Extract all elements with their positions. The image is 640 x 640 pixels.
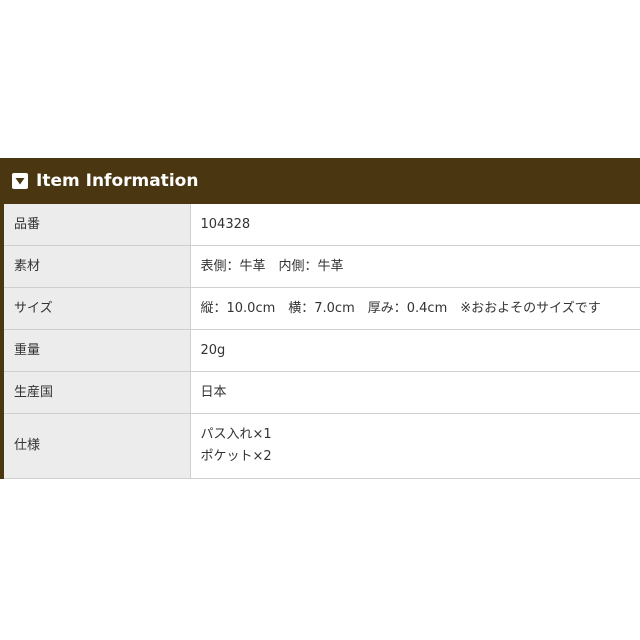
spec-label: 仕様 [4, 413, 191, 479]
spec-row-weight: 重量 20g [4, 329, 640, 372]
spec-row-material: 素材 表側：牛革 内側：牛革 [4, 245, 640, 288]
spec-value: 104328 [190, 204, 640, 246]
spec-label: 生産国 [4, 371, 191, 414]
spec-label: 重量 [4, 329, 191, 372]
spec-row-part-number: 品番 104328 [4, 204, 640, 246]
spec-value: 20g [190, 329, 640, 372]
spec-value: パス入れ×1 ポケット×2 [190, 413, 640, 479]
item-information-header: Item Information [4, 158, 640, 204]
triangle-down-icon [12, 173, 28, 189]
spec-value-line: ポケット×2 [200, 449, 272, 464]
spec-row-size: サイズ 縦：10.0cm 横：7.0cm 厚み：0.4cm ※おおよそのサイズで… [4, 287, 640, 330]
spec-label: サイズ [4, 287, 191, 330]
spec-table: 品番 104328 素材 表側：牛革 内側：牛革 サイズ 縦：10.0cm 横：… [4, 204, 640, 479]
spec-row-specification: 仕様 パス入れ×1 ポケット×2 [4, 413, 640, 479]
spec-label: 品番 [4, 204, 191, 246]
spec-row-country: 生産国 日本 [4, 371, 640, 414]
item-information-panel: Item Information 品番 104328 素材 表側：牛革 内側：牛… [0, 158, 640, 479]
spec-value: 縦：10.0cm 横：7.0cm 厚み：0.4cm ※おおよそのサイズです [190, 287, 640, 330]
spec-value: 日本 [190, 371, 640, 414]
item-information-title: Item Information [36, 171, 199, 191]
spec-label: 素材 [4, 245, 191, 288]
spec-value-line: パス入れ×1 [200, 427, 272, 442]
spec-value: 表側：牛革 内側：牛革 [190, 245, 640, 288]
